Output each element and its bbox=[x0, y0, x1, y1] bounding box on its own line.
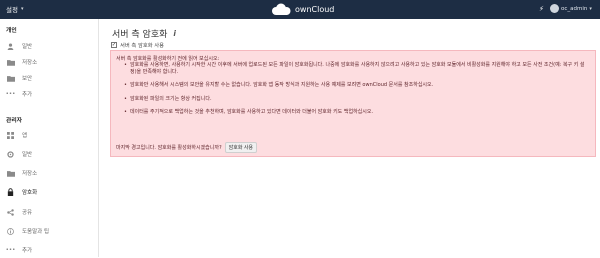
sidebar-item-label: 일반 bbox=[22, 152, 33, 158]
personal-section-title: 개인 bbox=[6, 28, 17, 34]
final-warning-question: 마지막 경고입니다. 암호화를 활성화하시겠습니까? bbox=[116, 145, 222, 151]
brand-name: ownCloud bbox=[295, 5, 335, 14]
sidebar-item-personal-general[interactable]: 일반 bbox=[0, 38, 99, 54]
chevron-down-icon: ▾ bbox=[589, 5, 592, 12]
warning-intro: 서버 측 암호화를 활성화하기 전에 읽어 보십시오: bbox=[116, 56, 220, 62]
lock-icon bbox=[6, 188, 15, 196]
warning-bullet: 데이터를 주기적으로 백업하는 것을 추천하며, 암호화를 사용하고 있다면 데… bbox=[124, 109, 590, 116]
settings-label: 설정 bbox=[6, 6, 18, 14]
info-icon bbox=[6, 227, 15, 235]
sidebar-item-label: 일반 bbox=[22, 44, 33, 50]
enable-encryption-label: 서버 측 암호화 사용 bbox=[120, 43, 165, 49]
warning-bullet: 암호화된 파일의 크기는 항상 커집니다. bbox=[124, 96, 590, 103]
final-confirmation-row: 마지막 경고입니다. 암호화를 활성화하시겠습니까? 암호화 사용 bbox=[116, 142, 258, 153]
share-icon bbox=[6, 208, 15, 216]
more-dots-icon: ••• bbox=[5, 91, 16, 97]
warning-bullet: 암호화만 사용해서 시스템의 보안을 유지할 수는 없습니다. 암호화 앱 동작… bbox=[124, 82, 590, 89]
sidebar-item-label: 저장소 bbox=[22, 171, 38, 177]
warning-list: 암호화를 사용하면, 사용하기 시작한 시간 이후에 서버에 업로드된 모든 파… bbox=[124, 62, 590, 122]
gear-icon bbox=[6, 150, 15, 158]
top-header-bar: 설정 ▾ ownCloud ⚡ oc_admin ▾ bbox=[0, 0, 600, 19]
sidebar-item-personal-additional[interactable]: ••• 추가 bbox=[0, 86, 99, 102]
sidebar-item-sharing[interactable]: 공유 bbox=[0, 204, 99, 220]
owncloud-logo[interactable]: ownCloud bbox=[270, 3, 334, 16]
bolt-icon[interactable]: ⚡ bbox=[539, 5, 544, 13]
sidebar-item-label: 저장소 bbox=[22, 60, 38, 66]
sidebar-item-personal-storage[interactable]: 저장소 bbox=[0, 54, 99, 70]
sidebar-item-admin-storage[interactable]: 저장소 bbox=[0, 165, 99, 181]
page-title: 서버 측 암호화 bbox=[112, 30, 168, 40]
folder-icon bbox=[6, 59, 15, 66]
enable-encryption-button[interactable]: 암호화 사용 bbox=[224, 142, 258, 153]
enable-encryption-checkbox[interactable]: ✓ bbox=[111, 42, 117, 48]
sidebar-item-encryption[interactable]: 암호화 bbox=[0, 184, 99, 200]
sidebar-item-label: 추가 bbox=[22, 92, 33, 98]
more-dots-icon: ••• bbox=[5, 247, 16, 253]
settings-sidebar: 개인 일반 저장소 보안 ••• 추가 관리자 앱 일반 저장소 암호화 공유 … bbox=[0, 19, 99, 257]
admin-section-title: 관리자 bbox=[6, 118, 22, 124]
sidebar-item-help-tips[interactable]: 도움말과 팁 bbox=[0, 223, 99, 239]
encryption-settings-panel: 서버 측 암호화 i ✓ 서버 측 암호화 사용 서버 측 암호화를 활성화하기… bbox=[106, 19, 600, 257]
cloud-logo-icon bbox=[272, 3, 291, 15]
sidebar-item-apps[interactable]: 앱 bbox=[0, 127, 99, 143]
folder-icon bbox=[6, 75, 15, 82]
sidebar-item-label: 도움말과 팁 bbox=[22, 229, 50, 235]
apps-icon bbox=[6, 131, 15, 139]
sidebar-item-label: 보안 bbox=[22, 76, 33, 82]
user-menu[interactable]: oc_admin ▾ bbox=[550, 4, 592, 13]
sidebar-item-label: 공유 bbox=[22, 210, 33, 216]
folder-icon bbox=[6, 170, 15, 177]
sidebar-item-label: 암호화 bbox=[22, 190, 38, 196]
user-icon bbox=[6, 42, 15, 50]
info-icon[interactable]: i bbox=[173, 29, 176, 38]
enable-encryption-option[interactable]: ✓ 서버 측 암호화 사용 bbox=[111, 41, 164, 49]
section-header: 서버 측 암호화 i bbox=[112, 27, 176, 40]
sidebar-item-label: 앱 bbox=[22, 133, 28, 139]
settings-menu-toggle[interactable]: 설정 ▾ bbox=[6, 4, 23, 14]
encryption-warning-box: 서버 측 암호화를 활성화하기 전에 읽어 보십시오: 암호화를 사용하면, 사… bbox=[110, 50, 596, 157]
sidebar-item-admin-additional[interactable]: ••• 추가 bbox=[0, 242, 99, 258]
chevron-down-icon: ▾ bbox=[20, 6, 24, 12]
warning-bullet: 암호화를 사용하면, 사용하기 시작한 시간 이후에 서버에 업로드된 모든 파… bbox=[124, 62, 590, 76]
user-name: oc_admin bbox=[561, 5, 588, 12]
sidebar-item-admin-general[interactable]: 일반 bbox=[0, 146, 99, 162]
sidebar-item-personal-security[interactable]: 보안 bbox=[0, 70, 99, 86]
avatar bbox=[550, 4, 559, 13]
sidebar-item-label: 추가 bbox=[22, 248, 33, 254]
